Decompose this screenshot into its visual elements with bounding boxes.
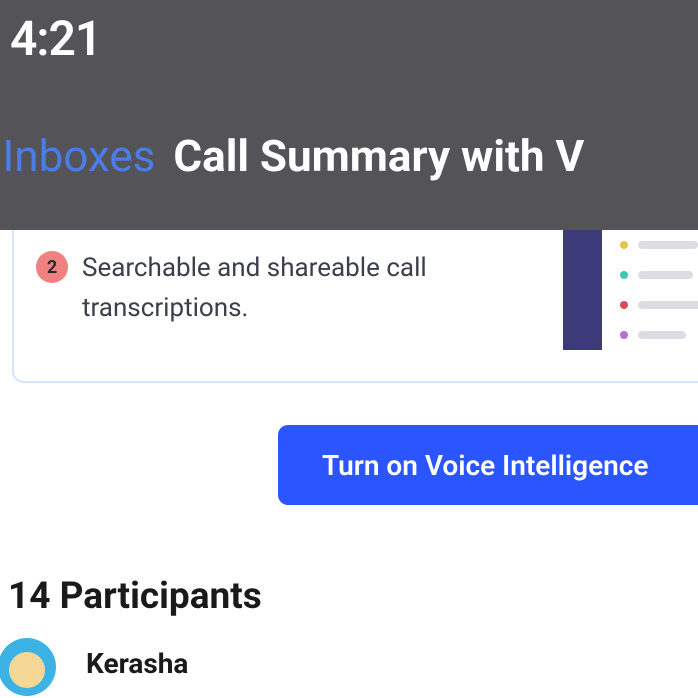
- graphic-dot-icon: [620, 301, 628, 309]
- nav-title-row: ll Inboxes Call Summary with V: [0, 130, 698, 182]
- feature-description: Searchable and shareable call transcript…: [82, 248, 492, 329]
- participant-row[interactable]: Kerasha: [0, 638, 188, 696]
- participants-heading: 14 Participants: [8, 575, 262, 618]
- content-area: 2 Searchable and shareable call transcri…: [0, 230, 698, 698]
- graphic-line-row: [620, 241, 698, 249]
- graphic-line: [638, 241, 698, 249]
- participant-name: Kerasha: [86, 647, 188, 680]
- graphic-sidebar-bar: [563, 230, 602, 350]
- graphic-line-row: [620, 271, 698, 279]
- graphic-lines: [602, 230, 698, 350]
- nav-back-button[interactable]: ll Inboxes: [0, 130, 155, 182]
- status-bar-overlay: 4:21 ll Inboxes Call Summary with V: [0, 0, 698, 230]
- turn-on-voice-intelligence-button[interactable]: Turn on Voice Intelligence: [278, 425, 698, 505]
- graphic-line: [638, 301, 698, 309]
- graphic-line: [638, 271, 693, 279]
- avatar: [0, 638, 56, 696]
- graphic-line-row: [620, 331, 698, 339]
- graphic-line-row: [620, 301, 698, 309]
- graphic-line: [638, 331, 686, 339]
- status-time: 4:21: [10, 10, 101, 67]
- graphic-dot-icon: [620, 331, 628, 339]
- graphic-dot-icon: [620, 271, 628, 279]
- avatar-inner-icon: [9, 652, 45, 688]
- page-title: Call Summary with V: [173, 130, 584, 182]
- feature-card: 2 Searchable and shareable call transcri…: [12, 230, 698, 383]
- feature-number-badge: 2: [36, 251, 68, 283]
- graphic-dot-icon: [620, 241, 628, 249]
- feature-graphic: [563, 230, 698, 360]
